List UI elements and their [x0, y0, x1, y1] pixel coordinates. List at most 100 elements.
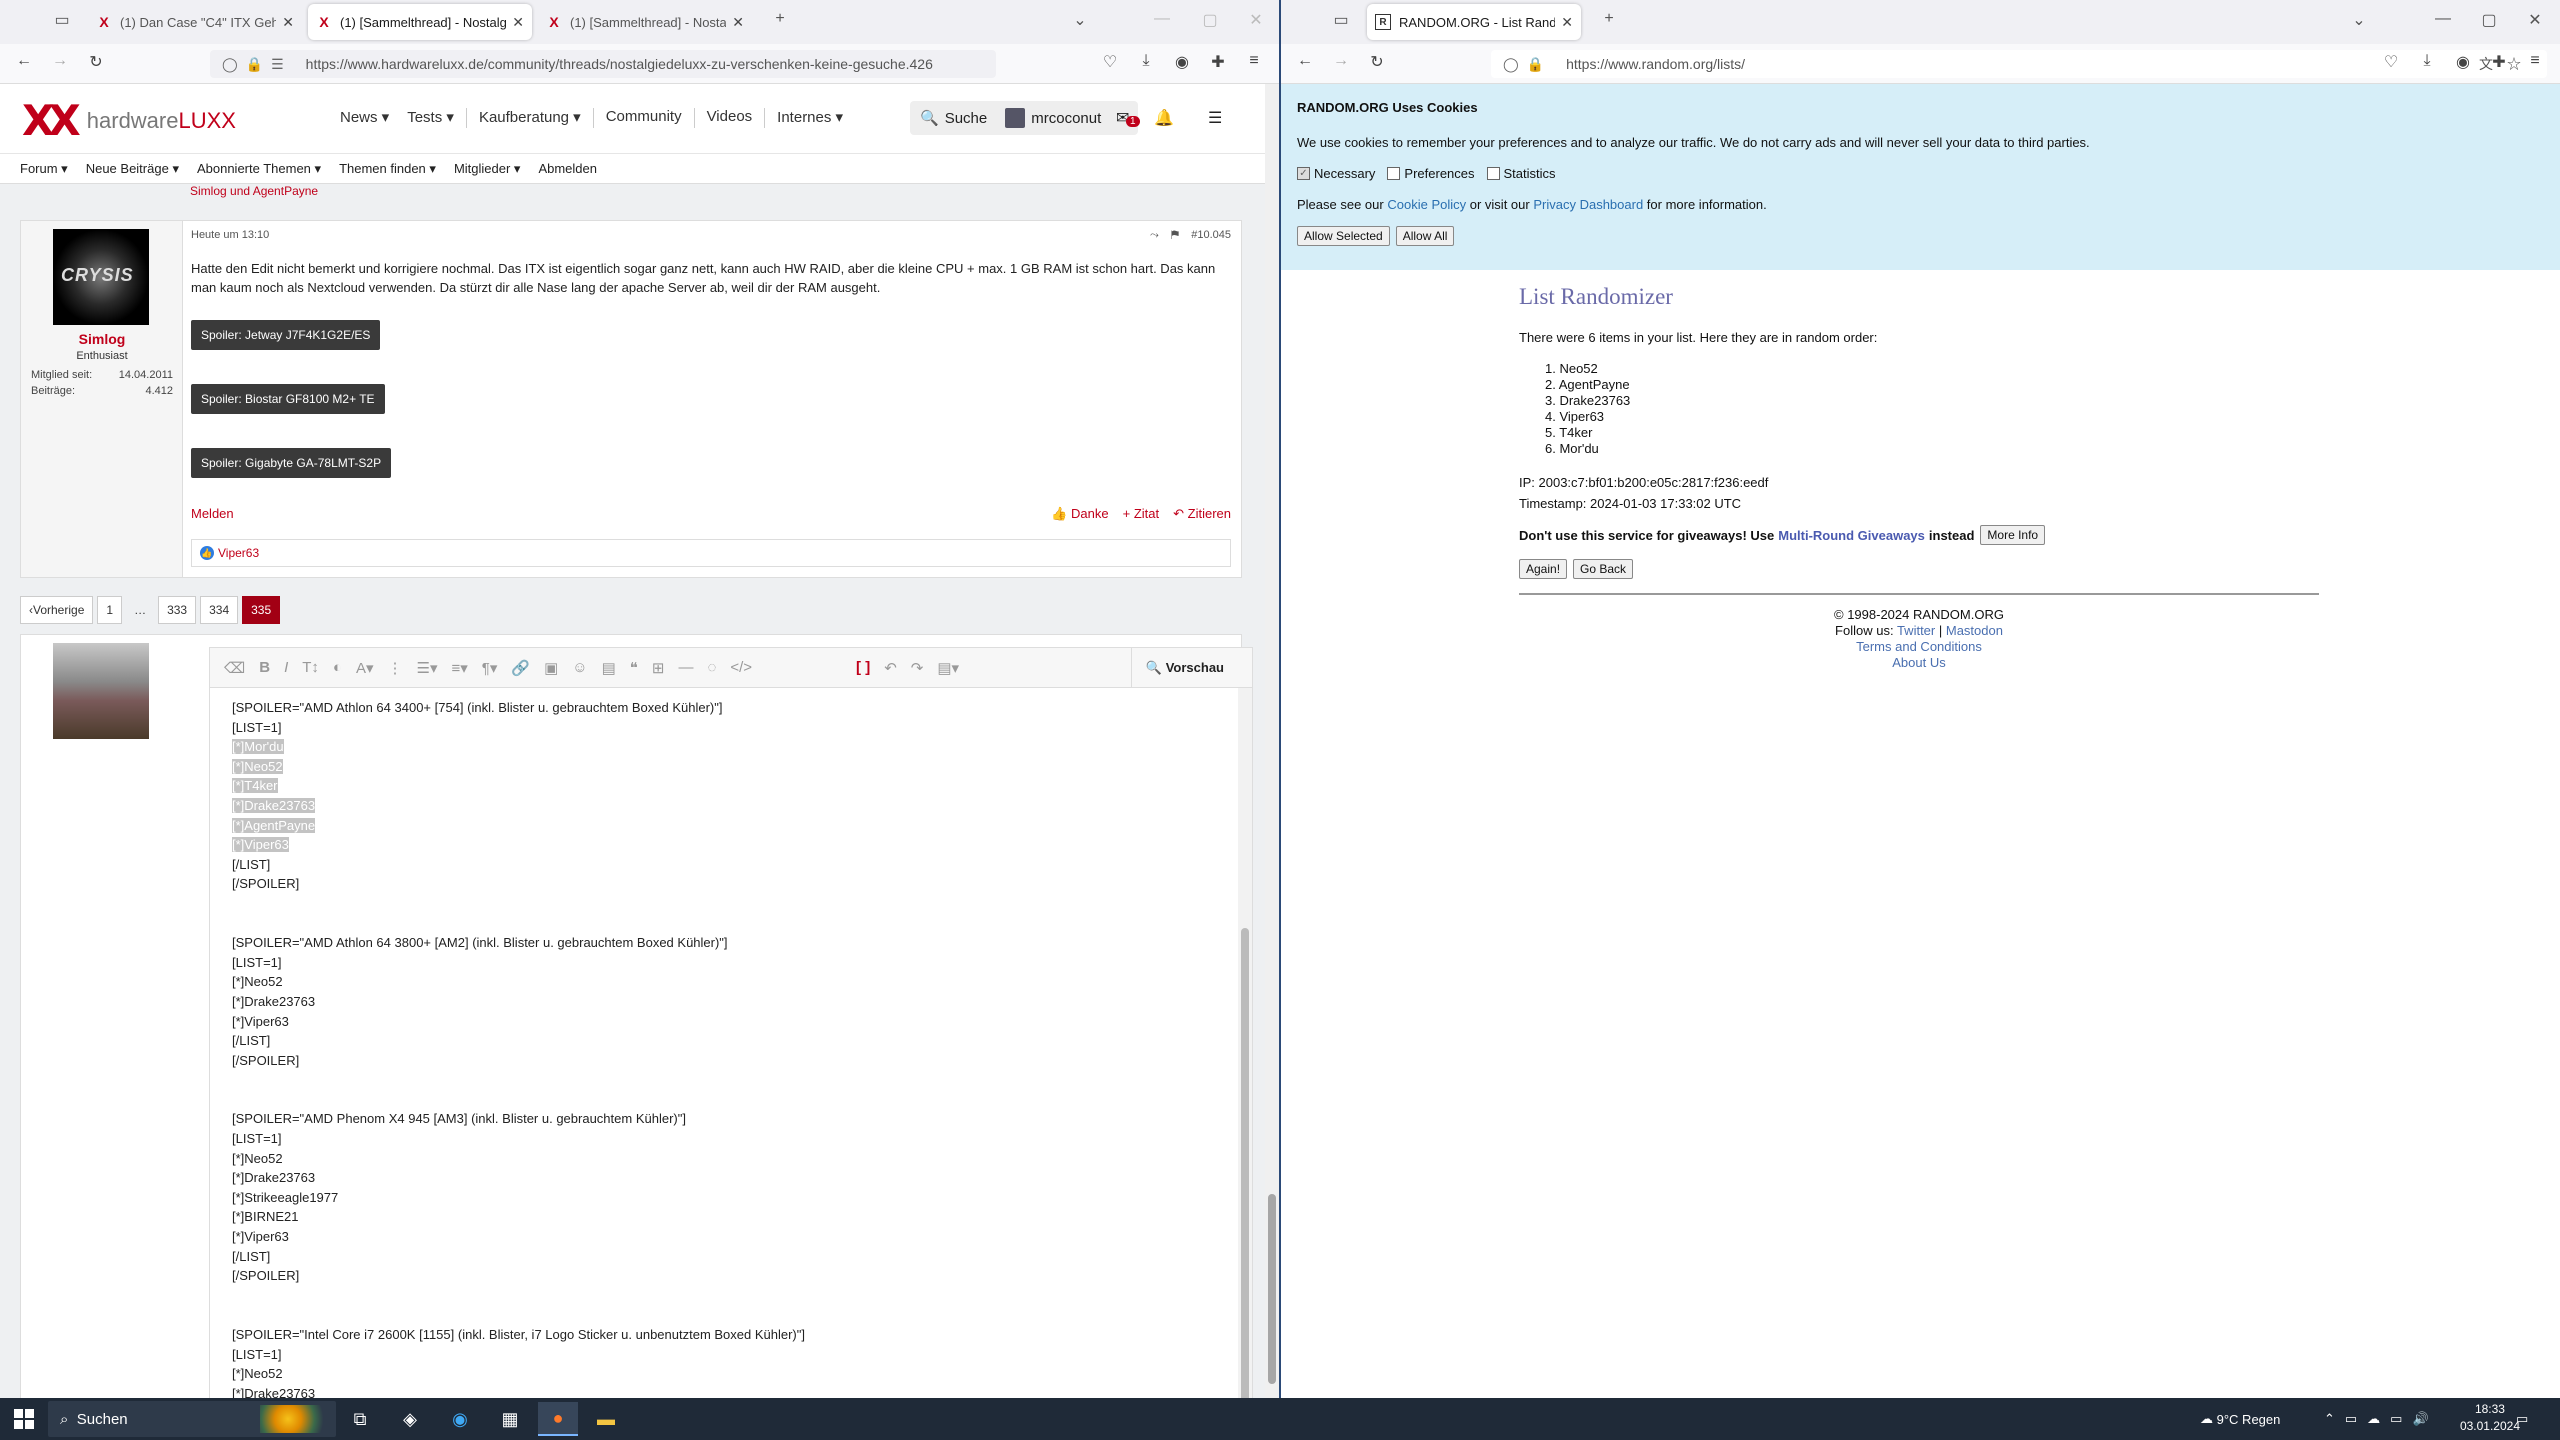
list-icon[interactable]: ☰▾ — [417, 659, 438, 677]
bell-icon[interactable]: 🔔 — [1154, 108, 1174, 128]
user-avatar-image[interactable] — [53, 229, 149, 325]
table-icon[interactable]: ⊞ — [652, 659, 665, 677]
go-back-button[interactable]: Go Back — [1573, 559, 1634, 579]
reply-button[interactable]: ↶ Zitieren — [1173, 506, 1231, 522]
tab-overview-icon[interactable]: ▭ — [50, 10, 74, 30]
firefox-icon[interactable]: ● — [538, 1402, 578, 1436]
spoiler-button[interactable]: Spoiler: Biostar GF8100 M2+ TE — [191, 384, 385, 414]
new-tab-icon[interactable]: + — [768, 10, 792, 28]
spoiler-button[interactable]: Spoiler: Gigabyte GA-78LMT-S2P — [191, 448, 392, 478]
minimize-icon[interactable]: — — [2431, 10, 2455, 28]
subnav-mitglieder[interactable]: Mitglieder ▾ — [454, 161, 521, 177]
new-tab-icon[interactable]: + — [1597, 10, 1621, 28]
again-button[interactable]: Again! — [1519, 559, 1568, 579]
pocket-icon[interactable]: ♡ — [1098, 52, 1122, 72]
text-size-icon[interactable]: T↕ — [302, 659, 319, 676]
quote-button[interactable]: + Zitat — [1123, 506, 1160, 522]
file-explorer-icon[interactable]: ▬ — [586, 1402, 626, 1436]
maximize-icon[interactable]: ▢ — [1198, 10, 1222, 30]
privacy-dashboard-link[interactable]: Privacy Dashboard — [1533, 197, 1643, 212]
username-link[interactable]: mrcoconut — [1031, 110, 1101, 127]
twitter-link[interactable]: Twitter — [1897, 623, 1935, 638]
account-icon[interactable]: ◉ — [2451, 52, 2475, 72]
nav-news[interactable]: News ▾ — [340, 108, 389, 128]
nav-internes[interactable]: Internes ▾ — [777, 108, 843, 128]
subnav-abmelden[interactable]: Abmelden — [538, 161, 597, 176]
menu-icon[interactable]: ≡ — [1242, 52, 1266, 70]
reload-icon[interactable]: ↻ — [84, 52, 108, 72]
subnav-forum[interactable]: Forum ▾ — [20, 161, 68, 177]
preview-button[interactable]: 🔍 Vorschau — [1130, 647, 1252, 688]
page-335-current[interactable]: 335 — [242, 596, 281, 624]
subnav-neue-beitraege[interactable]: Neue Beiträge ▾ — [86, 161, 179, 177]
pocket-icon[interactable]: ♡ — [2379, 52, 2403, 72]
back-icon[interactable]: ← — [1293, 52, 1317, 70]
about-link[interactable]: About Us — [1519, 655, 2319, 671]
download-icon[interactable]: ⤓ — [2415, 52, 2439, 70]
bookmark-icon[interactable]: ⚑ — [1171, 229, 1179, 241]
undo-icon[interactable]: ↶ — [884, 659, 897, 677]
link-icon[interactable]: 🔗 — [511, 659, 530, 677]
allow-selected-button[interactable]: Allow Selected — [1297, 226, 1390, 246]
user-avatar[interactable] — [1005, 108, 1026, 128]
page-1[interactable]: 1 — [97, 596, 123, 624]
drafts-icon[interactable]: ▤▾ — [937, 659, 959, 677]
maximize-icon[interactable]: ▢ — [2477, 10, 2501, 30]
post-number[interactable]: #10.045 — [1191, 229, 1231, 241]
thanks-button[interactable]: 👍 Danke — [1051, 506, 1108, 522]
hamburger-icon[interactable]: ☰ — [1208, 108, 1222, 128]
minimize-icon[interactable]: — — [1150, 10, 1174, 28]
hr-icon[interactable]: — — [678, 659, 693, 676]
search-button[interactable]: Suche — [945, 110, 988, 127]
font-icon[interactable]: A▾ — [356, 659, 374, 677]
page-ellipsis[interactable]: … — [126, 596, 154, 624]
nav-kaufberatung[interactable]: Kaufberatung ▾ — [479, 108, 581, 128]
calculator-icon[interactable]: ▦ — [490, 1402, 530, 1436]
tab-overview-icon[interactable]: ▭ — [1329, 10, 1353, 30]
menu-icon[interactable]: ≡ — [2523, 52, 2547, 70]
nav-videos[interactable]: Videos — [707, 108, 753, 128]
tab-dan-case[interactable]: X (1) Dan Case "C4" ITX Gehäuse ✕ — [88, 4, 302, 40]
preferences-checkbox[interactable]: Preferences — [1387, 166, 1475, 181]
necessary-checkbox[interactable]: ✓ Necessary — [1297, 166, 1375, 181]
liked-by[interactable]: Viper63 — [218, 546, 259, 560]
page-scrollbar[interactable] — [1265, 84, 1279, 1398]
bbcode-toggle-icon[interactable]: [ ] — [856, 659, 870, 676]
weather-widget[interactable]: ☁ 9°C Regen — [2200, 1398, 2280, 1440]
extensions-icon[interactable]: ✚ — [2487, 52, 2511, 72]
share-icon[interactable]: ⤳ — [1150, 229, 1159, 241]
eraser-icon[interactable]: ⌫ — [224, 659, 245, 677]
page-334[interactable]: 334 — [200, 596, 239, 624]
close-tab-icon[interactable]: ✕ — [512, 14, 524, 31]
subnav-themen-finden[interactable]: Themen finden ▾ — [339, 161, 436, 177]
more-info-button[interactable]: More Info — [1980, 525, 2046, 545]
editor-textarea[interactable]: [SPOILER="AMD Athlon 64 3400+ [754] (ink… — [232, 698, 1222, 1398]
allow-all-button[interactable]: Allow All — [1395, 226, 1455, 246]
editor-scrollbar[interactable] — [1238, 688, 1252, 1398]
more-icon[interactable]: ⋮ — [388, 659, 403, 677]
tab-sammelthread[interactable]: X (1) [Sammelthread] - Nostalgie ✕ — [538, 4, 752, 40]
paragraph-icon[interactable]: ¶▾ — [482, 659, 498, 677]
account-icon[interactable]: ◉ — [1170, 52, 1194, 72]
tab-sammelthread-active[interactable]: X (1) [Sammelthread] - Nostalgie ✕ — [308, 4, 532, 40]
url-bar[interactable]: ◯🔒☰ https://www.hardwareluxx.de/communit… — [210, 50, 996, 78]
site-logo[interactable]: XX hardwareLUXX — [22, 96, 236, 145]
close-window-icon[interactable]: ✕ — [2523, 10, 2547, 30]
windows-start-icon[interactable] — [14, 1409, 34, 1429]
close-tab-icon[interactable]: ✕ — [282, 14, 294, 31]
inbox-icon[interactable]: ✉ 1 — [1116, 108, 1140, 128]
forward-icon[interactable]: → — [1329, 52, 1353, 70]
page-333[interactable]: 333 — [158, 596, 197, 624]
statistics-checkbox[interactable]: Statistics — [1486, 166, 1556, 181]
my-avatar[interactable] — [53, 643, 149, 739]
post-author[interactable]: Simlog — [21, 331, 183, 347]
mastodon-link[interactable]: Mastodon — [1946, 623, 2003, 638]
quote-icon[interactable]: ❝ — [630, 659, 638, 677]
spoiler-button[interactable]: Spoiler: Jetway J7F4K1G2E/ES — [191, 320, 381, 350]
bold-icon[interactable]: B — [259, 659, 270, 676]
multi-round-giveaways-link[interactable]: Multi-Round Giveaways — [1778, 528, 1925, 543]
tab-list-icon[interactable]: ⌄ — [1068, 10, 1092, 30]
app-icon[interactable]: ◈ — [390, 1402, 430, 1436]
color-icon[interactable]: ◐ — [333, 659, 342, 676]
italic-icon[interactable]: I — [284, 659, 288, 676]
